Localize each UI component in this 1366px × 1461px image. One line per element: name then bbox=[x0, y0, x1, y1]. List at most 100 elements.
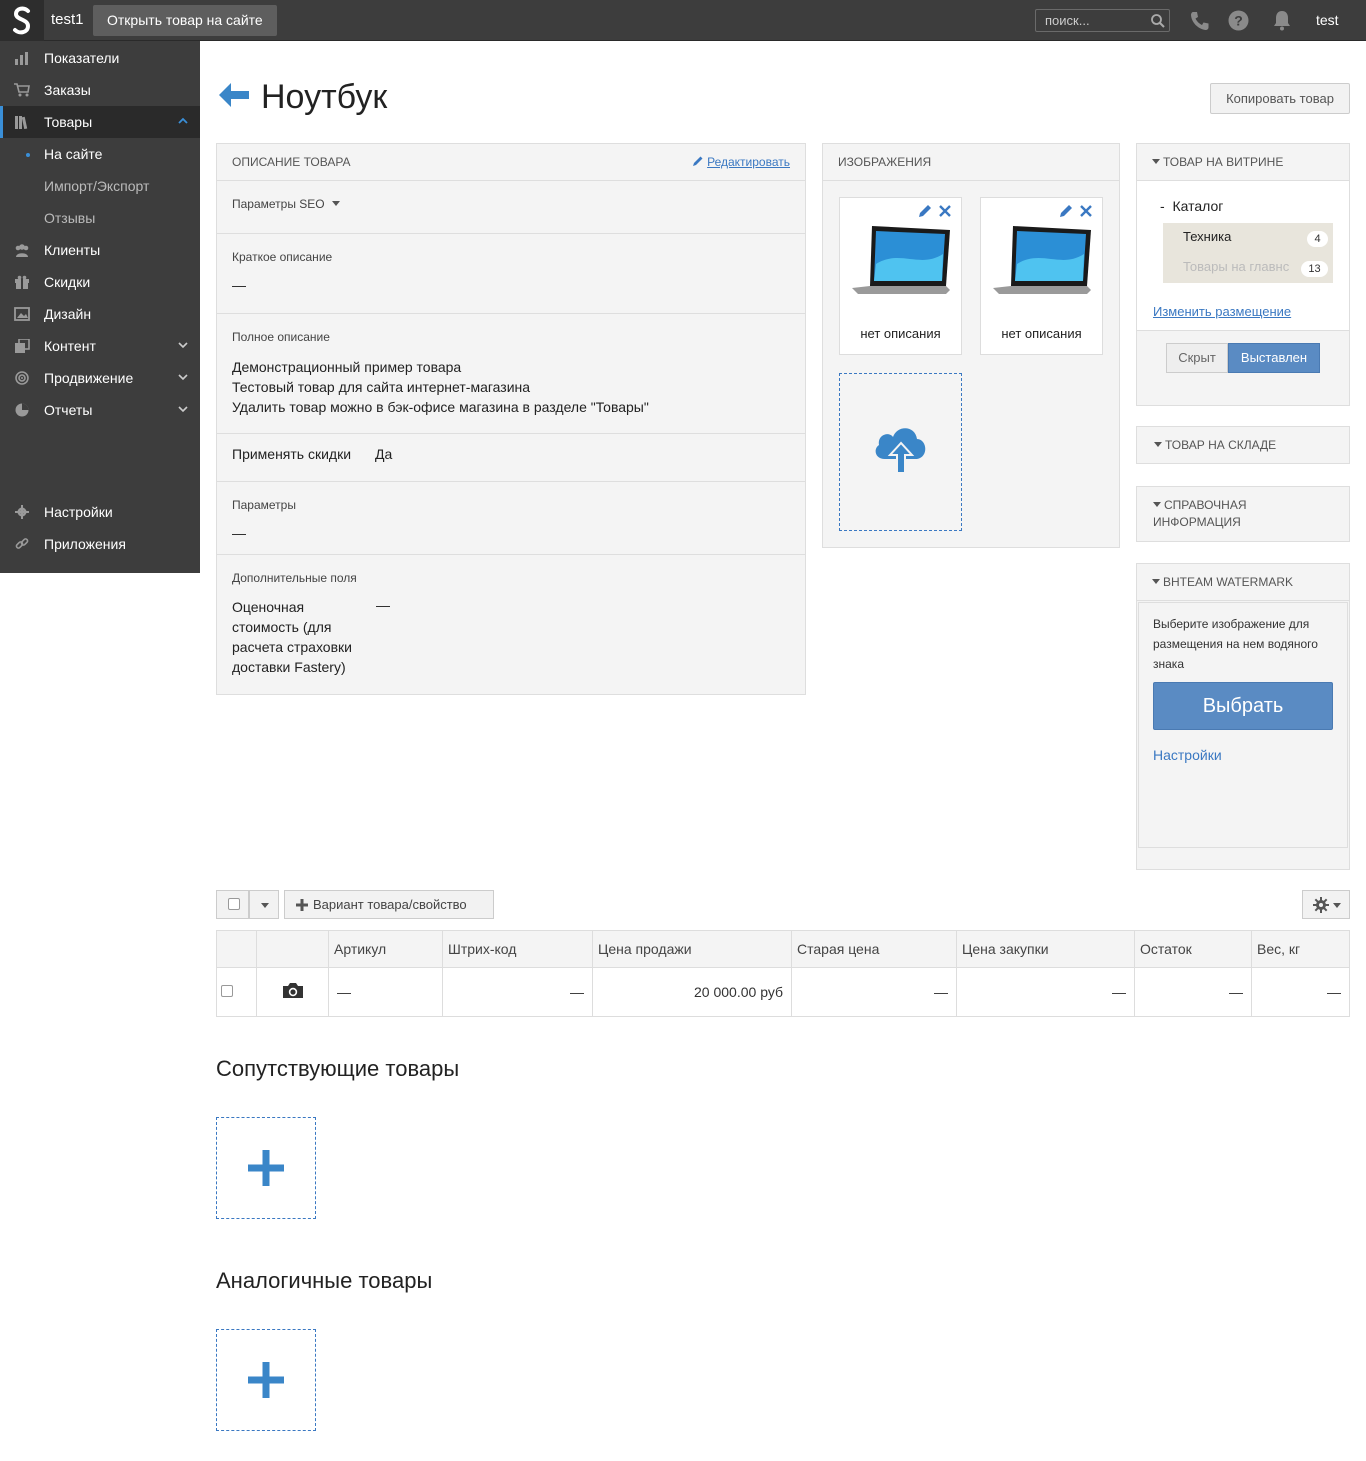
sidebar-item-reports[interactable]: Отчеты bbox=[0, 394, 200, 426]
sidebar-subitem-import-export[interactable]: Импорт/Экспорт bbox=[0, 170, 200, 202]
sidebar-subitem-on-site[interactable]: На сайте bbox=[0, 138, 200, 170]
cart-icon bbox=[14, 83, 30, 97]
pencil-icon[interactable] bbox=[918, 204, 932, 218]
short-description-row: Краткое описание — bbox=[217, 234, 805, 314]
add-similar-button[interactable] bbox=[216, 1329, 316, 1431]
category-label[interactable]: Техника bbox=[1183, 229, 1231, 244]
phone-icon[interactable] bbox=[1189, 10, 1211, 32]
panel-title: Товар на витрине bbox=[1163, 155, 1284, 169]
sidebar-item-dashboard[interactable]: Показатели bbox=[0, 42, 200, 74]
bulk-actions-dropdown[interactable] bbox=[249, 890, 279, 919]
description-panel: Описание товара Редактировать Параметры … bbox=[216, 143, 806, 695]
panel-header[interactable]: BHTEAM WATERMARK bbox=[1137, 564, 1349, 601]
seo-toggle[interactable]: Параметры SEO bbox=[232, 197, 340, 211]
sidebar-item-apps[interactable]: Приложения bbox=[0, 528, 200, 560]
discounts-row: Применять скидки Да bbox=[217, 434, 805, 482]
image-upload-area[interactable] bbox=[839, 373, 962, 531]
sidebar-subitem-reviews[interactable]: Отзывы bbox=[0, 202, 200, 234]
table-header-row: Артикул Штрих-код Цена продажи Старая це… bbox=[216, 930, 1350, 968]
sidebar-item-customers[interactable]: Клиенты bbox=[0, 234, 200, 266]
users-icon bbox=[15, 244, 29, 257]
back-arrow-icon[interactable] bbox=[218, 82, 250, 108]
price-cell[interactable]: 20 000.00 руб bbox=[592, 967, 792, 1017]
old-price-cell[interactable]: — bbox=[791, 967, 957, 1017]
plus-icon bbox=[296, 899, 308, 911]
sidebar-item-promotion[interactable]: Продвижение bbox=[0, 362, 200, 394]
category-label[interactable]: Товары на главнс bbox=[1183, 259, 1289, 274]
select-all-checkbox-button[interactable] bbox=[216, 890, 249, 919]
user-menu[interactable]: test bbox=[1316, 12, 1339, 28]
product-image-card[interactable]: нет описания bbox=[839, 197, 962, 355]
gear-icon bbox=[1313, 897, 1329, 913]
barcode-cell[interactable]: — bbox=[442, 967, 593, 1017]
storefront-body: - Каталог Техника 4 Товары на главнс 13 … bbox=[1137, 181, 1349, 331]
chevron-down-icon bbox=[178, 374, 188, 381]
sidebar-item-content[interactable]: Контент bbox=[0, 330, 200, 362]
sku-table: Артикул Штрих-код Цена продажи Старая це… bbox=[216, 930, 1350, 1017]
column-header: Штрих-код bbox=[442, 930, 593, 968]
choose-image-button[interactable]: Выбрать bbox=[1153, 682, 1333, 730]
weight-cell[interactable]: — bbox=[1251, 967, 1350, 1017]
table-settings-button[interactable] bbox=[1302, 890, 1350, 919]
cloud-upload-icon bbox=[875, 428, 926, 474]
pencil-icon bbox=[693, 156, 703, 166]
site-name[interactable]: test1 bbox=[51, 11, 84, 28]
hidden-toggle-button[interactable]: Скрыт bbox=[1166, 343, 1228, 373]
panel-header: Описание товара Редактировать bbox=[217, 144, 805, 181]
chevron-down-icon bbox=[178, 342, 188, 349]
sku-cell[interactable]: — bbox=[328, 967, 443, 1017]
stock-panel[interactable]: Товар на складе bbox=[1136, 426, 1350, 464]
sidebar-item-discounts[interactable]: Скидки bbox=[0, 266, 200, 298]
column-header: Артикул bbox=[328, 930, 443, 968]
close-icon[interactable] bbox=[939, 205, 951, 217]
stock-cell[interactable]: — bbox=[1134, 967, 1252, 1017]
target-icon bbox=[15, 371, 29, 385]
help-icon[interactable]: ? bbox=[1228, 10, 1249, 31]
seo-label: Параметры SEO bbox=[232, 197, 325, 211]
page-title: Ноутбук bbox=[261, 78, 388, 116]
panel-header: Товар на складе bbox=[1154, 438, 1276, 452]
sidebar-subitem-label: Отзывы bbox=[44, 210, 96, 226]
sidebar: Показатели Заказы Товары На сайте Импорт… bbox=[0, 41, 200, 573]
panel-header[interactable]: Товар на витрине bbox=[1137, 144, 1349, 181]
sidebar-item-label: Скидки bbox=[44, 274, 91, 290]
bell-icon[interactable] bbox=[1272, 10, 1292, 31]
add-related-button[interactable] bbox=[216, 1117, 316, 1219]
open-on-site-button[interactable]: Открыть товар на сайте bbox=[93, 5, 277, 36]
add-variant-button[interactable]: Вариант товара/свойство bbox=[284, 890, 494, 919]
select-all-checkbox[interactable] bbox=[228, 898, 240, 910]
edit-description-link[interactable]: Редактировать bbox=[692, 155, 790, 169]
caret-down-icon bbox=[1333, 903, 1341, 908]
change-placement-link[interactable]: Изменить размещение bbox=[1153, 304, 1291, 319]
seo-row: Параметры SEO bbox=[217, 181, 805, 234]
pie-icon bbox=[15, 403, 29, 417]
full-description-row: Полное описание Демонстрационный пример … bbox=[217, 314, 805, 434]
pencil-icon[interactable] bbox=[1059, 204, 1073, 218]
watermark-hint: Выберите изображение для размещения на н… bbox=[1153, 617, 1318, 671]
sidebar-item-products[interactable]: Товары bbox=[0, 106, 200, 138]
camera-icon[interactable] bbox=[282, 982, 304, 999]
search-input[interactable] bbox=[1036, 10, 1146, 31]
visible-toggle-button[interactable]: Выставлен bbox=[1228, 343, 1320, 373]
close-icon[interactable] bbox=[1080, 205, 1092, 217]
watermark-settings-link[interactable]: Настройки bbox=[1153, 747, 1222, 763]
product-image-card[interactable]: нет описания bbox=[980, 197, 1103, 355]
sidebar-item-orders[interactable]: Заказы bbox=[0, 74, 200, 106]
extra-fields-row: Дополнительные поля Оценочная стоимость … bbox=[217, 555, 805, 693]
discounts-value: Да bbox=[375, 446, 393, 462]
svg-text:?: ? bbox=[1234, 13, 1243, 29]
panel-title-line: Справочная bbox=[1164, 498, 1247, 512]
row-checkbox[interactable] bbox=[221, 985, 233, 997]
category-root[interactable]: - Каталог bbox=[1160, 198, 1223, 214]
app-logo[interactable] bbox=[0, 0, 44, 41]
copy-product-button[interactable]: Копировать товар bbox=[1210, 83, 1350, 114]
link-icon bbox=[15, 538, 29, 549]
sidebar-item-settings[interactable]: Настройки bbox=[0, 496, 200, 528]
search-icon[interactable] bbox=[1150, 13, 1166, 29]
info-panel[interactable]: Справочная информация bbox=[1136, 486, 1350, 542]
purchase-price-cell[interactable]: — bbox=[956, 967, 1135, 1017]
sidebar-item-design[interactable]: Дизайн bbox=[0, 298, 200, 330]
params-value: — bbox=[232, 525, 246, 541]
table-row[interactable]: — — 20 000.00 руб — — — — bbox=[216, 967, 1350, 1017]
edit-label: Редактировать bbox=[707, 155, 790, 169]
